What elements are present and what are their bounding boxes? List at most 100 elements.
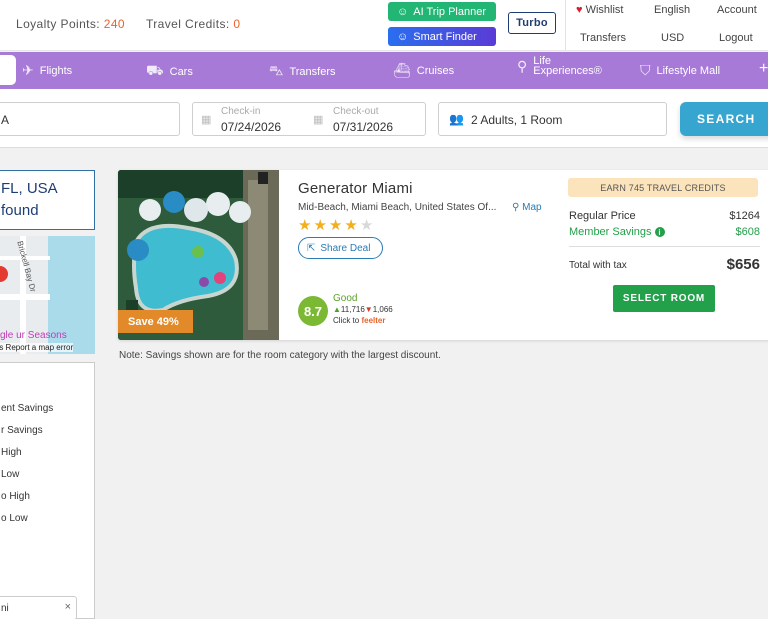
language-selector[interactable]: English	[654, 4, 690, 16]
guests-value: 2 Adults, 1 Room	[471, 113, 563, 127]
divider	[565, 0, 566, 51]
hotel-address: Mid-Beach, Miami Beach, United States Of…	[298, 202, 497, 213]
plane-icon: ✈	[22, 62, 34, 78]
feelter-link[interactable]: Click to feelter	[333, 316, 385, 325]
nav-item-transfers[interactable]: ⛍ Transfers	[269, 62, 335, 81]
loyalty-points-value: 240	[103, 17, 126, 31]
wishlist-label: Wishlist	[585, 4, 624, 16]
smart-finder-button[interactable]: ☺ Smart Finder	[388, 27, 496, 46]
sort-options-panel: ent Savings r Savings High Low o High o …	[0, 362, 95, 619]
results-found: found	[1, 202, 39, 219]
destination-value: A	[1, 113, 10, 127]
nav-item-label: Transfers	[289, 65, 336, 78]
search-bar: A ▦ Check-in 07/24/2026 ▦ Check-out 07/3…	[0, 89, 768, 148]
hotel-name[interactable]: Generator Miami	[298, 180, 413, 197]
savings-note: Note: Savings shown are for the room cat…	[119, 350, 441, 361]
votes-down: 1,066	[372, 305, 393, 314]
map-street-label: Brickell Bay Dr	[15, 240, 38, 293]
wishlist-link[interactable]: ♥ Wishlist	[576, 4, 623, 16]
thumbs-up-icon: ▲	[333, 305, 341, 314]
regular-price-value: $1264	[729, 210, 760, 222]
currency-selector[interactable]: USD	[661, 32, 684, 44]
people-icon: 👥	[449, 112, 464, 126]
sort-option[interactable]: r Savings	[1, 425, 43, 436]
guests-selector[interactable]: 👥 2 Adults, 1 Room	[438, 102, 667, 136]
shopping-bag-icon: ⛉	[640, 62, 651, 78]
nav-item-flights[interactable]: ✈ Flights	[22, 62, 72, 79]
sort-option[interactable]: ent Savings	[1, 403, 53, 414]
share-deal-button[interactable]: ⇱ Share Deal	[298, 237, 383, 259]
select-room-button[interactable]: SELECT ROOM	[613, 285, 715, 312]
travel-credits: Travel Credits: 0	[146, 17, 240, 31]
clear-icon[interactable]: ×	[65, 601, 71, 613]
checkout-value[interactable]: 07/31/2026	[333, 120, 393, 134]
nav-item-life-experiences[interactable]: ⚲ Life Experiences®	[517, 56, 602, 77]
map-preview[interactable]: Brickell Bay Dr gle ur Seasons rms Repor…	[0, 236, 95, 354]
review-votes: ▲11,716▼1,066	[333, 305, 393, 314]
main-nav: ✈ Flights ⛟ Cars ⛍ Transfers ⛴ Cruises ⚲…	[0, 52, 768, 89]
loyalty-points-label: Loyalty Points:	[16, 17, 101, 31]
location-title: FL, USA	[1, 180, 58, 197]
smart-finder-label: Smart Finder	[413, 30, 477, 43]
sort-option[interactable]: o High	[1, 491, 30, 502]
map-link[interactable]: ⚲ Map	[512, 202, 542, 213]
star-icon: ★	[298, 217, 314, 234]
location-summary: FL, USA found	[0, 170, 95, 230]
member-savings-label: Member Savings i	[569, 226, 665, 238]
map-link-label: Map	[522, 202, 542, 213]
hotel-card: Save 49% Generator Miami Mid-Beach, Miam…	[118, 170, 768, 340]
nav-item-label: Life Experiences®	[533, 56, 602, 77]
feelter-logo: feelter	[361, 316, 386, 325]
account-link[interactable]: Account	[717, 4, 757, 16]
divider	[569, 246, 760, 247]
earn-credits-badge: EARN 745 TRAVEL CREDITS	[568, 178, 758, 197]
star-icon: ★	[313, 217, 329, 234]
ai-trip-planner-label: AI Trip Planner	[413, 5, 486, 18]
robot-icon: ☺	[397, 5, 409, 18]
ai-trip-planner-button[interactable]: ☺ AI Trip Planner	[388, 2, 496, 21]
logout-link[interactable]: Logout	[719, 32, 753, 44]
transfers-link[interactable]: Transfers	[580, 32, 626, 44]
heart-icon: ♥	[576, 4, 583, 16]
hotel-photo[interactable]: Save 49%	[118, 170, 279, 340]
map-pin-icon[interactable]	[0, 266, 8, 282]
star-empty-icon: ★	[359, 217, 376, 234]
info-icon[interactable]: i	[654, 227, 665, 238]
nav-item-cruises[interactable]: ⛴ Cruises	[393, 62, 454, 79]
nav-item-hotels-active[interactable]	[0, 55, 16, 85]
car-icon: ⛟	[146, 62, 164, 78]
hotel-name-filter[interactable]: ni ×	[0, 596, 77, 619]
map-pin-icon: ⚲	[512, 202, 520, 213]
travel-credits-value: 0	[233, 17, 241, 31]
member-savings-value: $608	[735, 226, 760, 238]
review-score[interactable]: 8.7	[298, 296, 328, 326]
nav-item-label: Flights	[39, 64, 73, 77]
votes-up: 11,716	[340, 305, 365, 314]
nav-item-lifestyle-mall[interactable]: ⛉ Lifestyle Mall	[640, 62, 720, 79]
sort-option[interactable]: o Low	[1, 513, 28, 524]
nav-item-label: Cruises	[416, 64, 455, 77]
nav-item-cars[interactable]: ⛟ Cars	[146, 62, 193, 81]
date-range-picker[interactable]: ▦ Check-in 07/24/2026 ▦ Check-out 07/31/…	[192, 102, 426, 136]
total-price: $656	[726, 256, 760, 273]
sort-option[interactable]: High	[1, 447, 22, 458]
save-percent-badge: Save 49%	[118, 310, 193, 333]
destination-input[interactable]: A	[0, 102, 180, 136]
star-icon: ★	[328, 217, 345, 234]
nav-item-label: Lifestyle Mall	[656, 64, 721, 77]
robot-icon: ☺	[397, 30, 409, 43]
sort-option[interactable]: Low	[1, 469, 19, 480]
map-footer[interactable]: rms Report a map error	[0, 343, 74, 352]
top-bar: Loyalty Points: 240 Travel Credits: 0 ☺ …	[0, 0, 768, 51]
map-poi-label: gle ur Seasons	[0, 330, 67, 341]
checkin-value[interactable]: 07/24/2026	[221, 120, 281, 134]
turbo-button[interactable]: Turbo	[508, 12, 556, 34]
nav-item-label-line2: Experiences®	[533, 65, 602, 77]
search-button[interactable]: SEARCH	[680, 102, 768, 136]
nav-item-label: Cars	[169, 65, 193, 78]
thumbs-down-icon: ▼	[364, 305, 373, 314]
travel-credits-label: Travel Credits:	[146, 17, 230, 31]
nav-more-button[interactable]: +	[759, 60, 768, 78]
filter-value: ni	[1, 603, 9, 614]
regular-price-label: Regular Price	[569, 210, 636, 222]
